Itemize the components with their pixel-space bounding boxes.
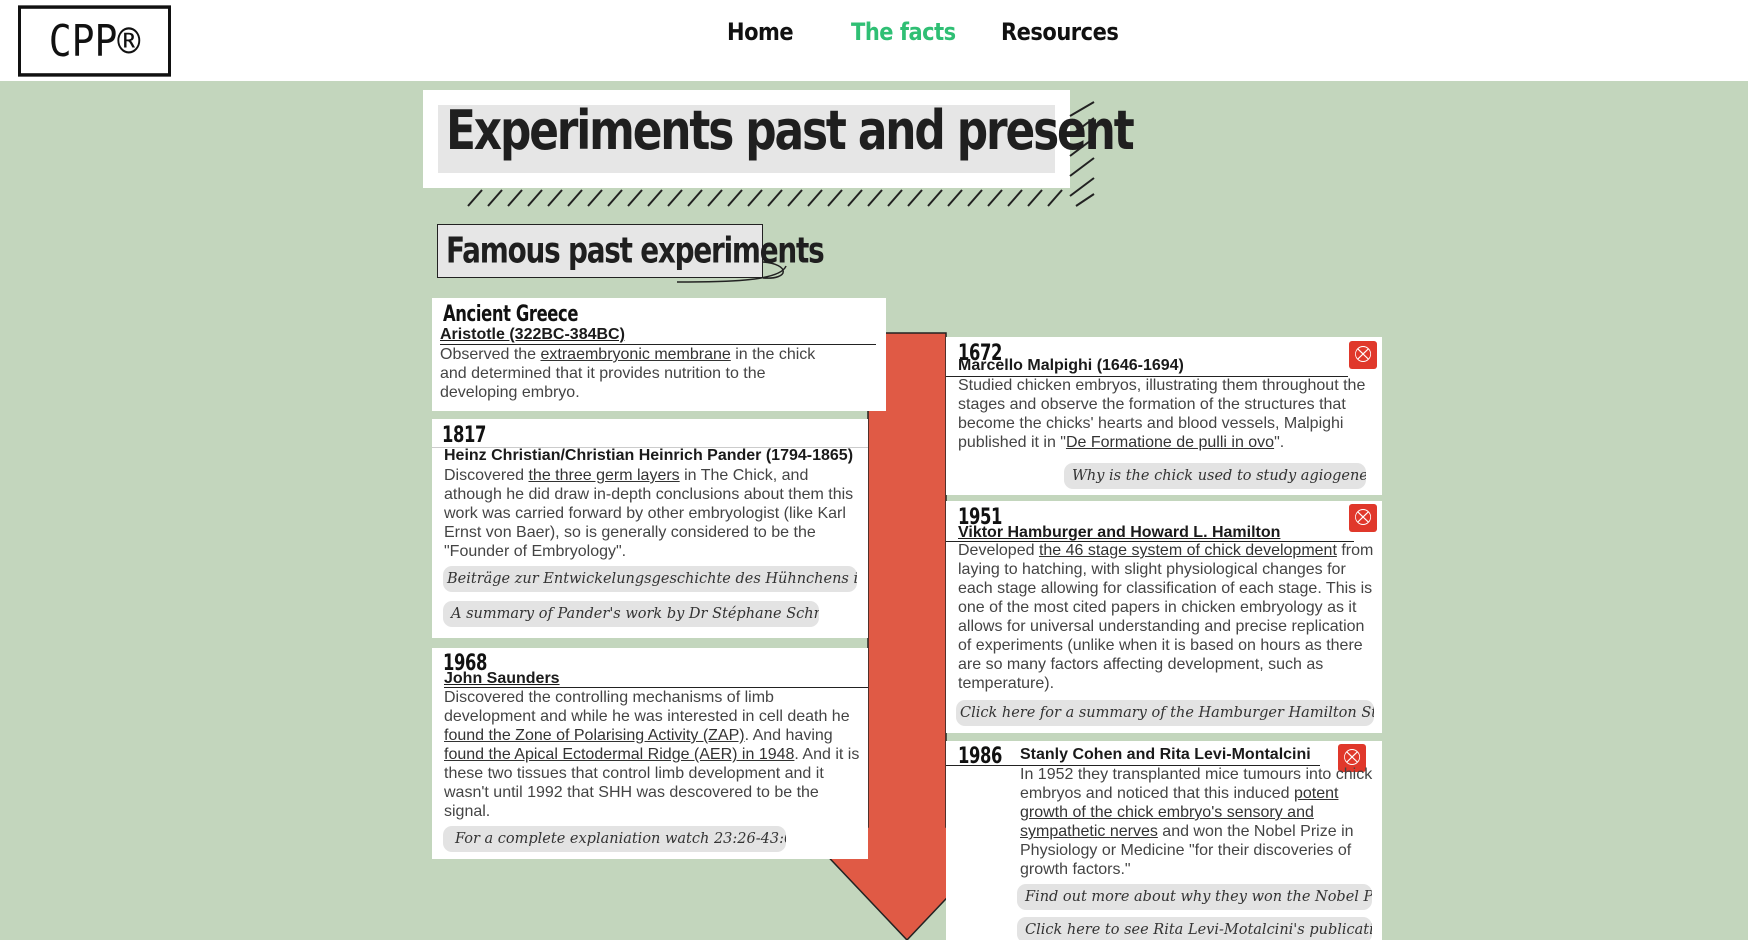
link-de-formatione[interactable]: De Formatione de pulli in ovo xyxy=(1066,434,1274,451)
button-watch-explanation[interactable]: For a complete explaniation watch 23:26-… xyxy=(443,826,786,852)
button-hamburger-hamilton-summary[interactable]: Click here for a summary of the Hamburge… xyxy=(956,700,1374,726)
card-1817: 1817 Heinz Christian/Christian Heinrich … xyxy=(432,419,868,638)
link-zap[interactable]: found the Zone of Polarising Activity (Z… xyxy=(444,727,745,744)
card-text: Observed the extraembryonic membrane in … xyxy=(440,346,816,401)
card-text: In 1952 they transplanted mice tumours i… xyxy=(1020,766,1373,878)
card-ancient-greece: Ancient Greece Aristotle (322BC-384BC) O… xyxy=(432,298,886,411)
card-text: Discovered the controlling mechanisms of… xyxy=(444,689,860,820)
card-person: John Saunders xyxy=(444,670,560,687)
link-extraembryonic-membrane[interactable]: extraembryonic membrane xyxy=(541,346,731,363)
pdf-icon[interactable]: ⛒ xyxy=(1349,504,1377,532)
link-aer[interactable]: found the Apical Ectodermal Ridge (AER) … xyxy=(444,746,794,763)
card-person: Stanly Cohen and Rita Levi-Montalcini xyxy=(1020,746,1311,763)
card-1968: 1968 John Saunders Discovered the contro… xyxy=(432,648,868,859)
card-person: Marcello Malpighi (1646-1694) xyxy=(958,357,1184,374)
link-three-germ-layers[interactable]: the three germ layers xyxy=(528,467,679,484)
card-person: Aristotle (322BC-384BC) xyxy=(440,326,625,343)
card-text: Developed the 46 stage system of chick d… xyxy=(958,542,1374,692)
button-nobel-prize[interactable]: Find out more about why they won the Nob… xyxy=(1017,884,1372,910)
timeline-arrow xyxy=(798,332,1016,940)
button-pander-summary[interactable]: A summary of Pander's work by Dr Stéphan… xyxy=(443,601,819,627)
pdf-icon[interactable]: ⛒ xyxy=(1349,341,1377,369)
card-person: Heinz Christian/Christian Heinrich Pande… xyxy=(444,447,854,464)
button-pander-beitraege[interactable]: Beiträge zur Entwickelungsgeschichte des… xyxy=(443,566,857,592)
card-1986: 1986 Stanly Cohen and Rita Levi-Montalci… xyxy=(946,741,1382,940)
card-text: Studied chicken embryos, illustrating th… xyxy=(958,377,1366,451)
link-46-stage-system[interactable]: the 46 stage system of chick development xyxy=(1039,542,1337,559)
card-1672: 1672 Marcello Malpighi (1646-1694) ⛒ Stu… xyxy=(946,337,1382,495)
divider xyxy=(946,765,1020,766)
card-year: Ancient Greece xyxy=(443,301,579,327)
button-chick-agiogenesis[interactable]: Why is the chick used to study agiogenes… xyxy=(1064,463,1366,489)
card-1951: 1951 Viktor Hamburger and Howard L. Hami… xyxy=(946,501,1382,733)
card-person: Viktor Hamburger and Howard L. Hamilton xyxy=(958,524,1281,541)
card-text: Discovered the three germ layers in The … xyxy=(444,467,854,560)
card-year: 1817 xyxy=(442,422,487,448)
button-levi-montalcini-publications[interactable]: Click here to see Rita Levi-Motalcini's … xyxy=(1017,917,1372,940)
